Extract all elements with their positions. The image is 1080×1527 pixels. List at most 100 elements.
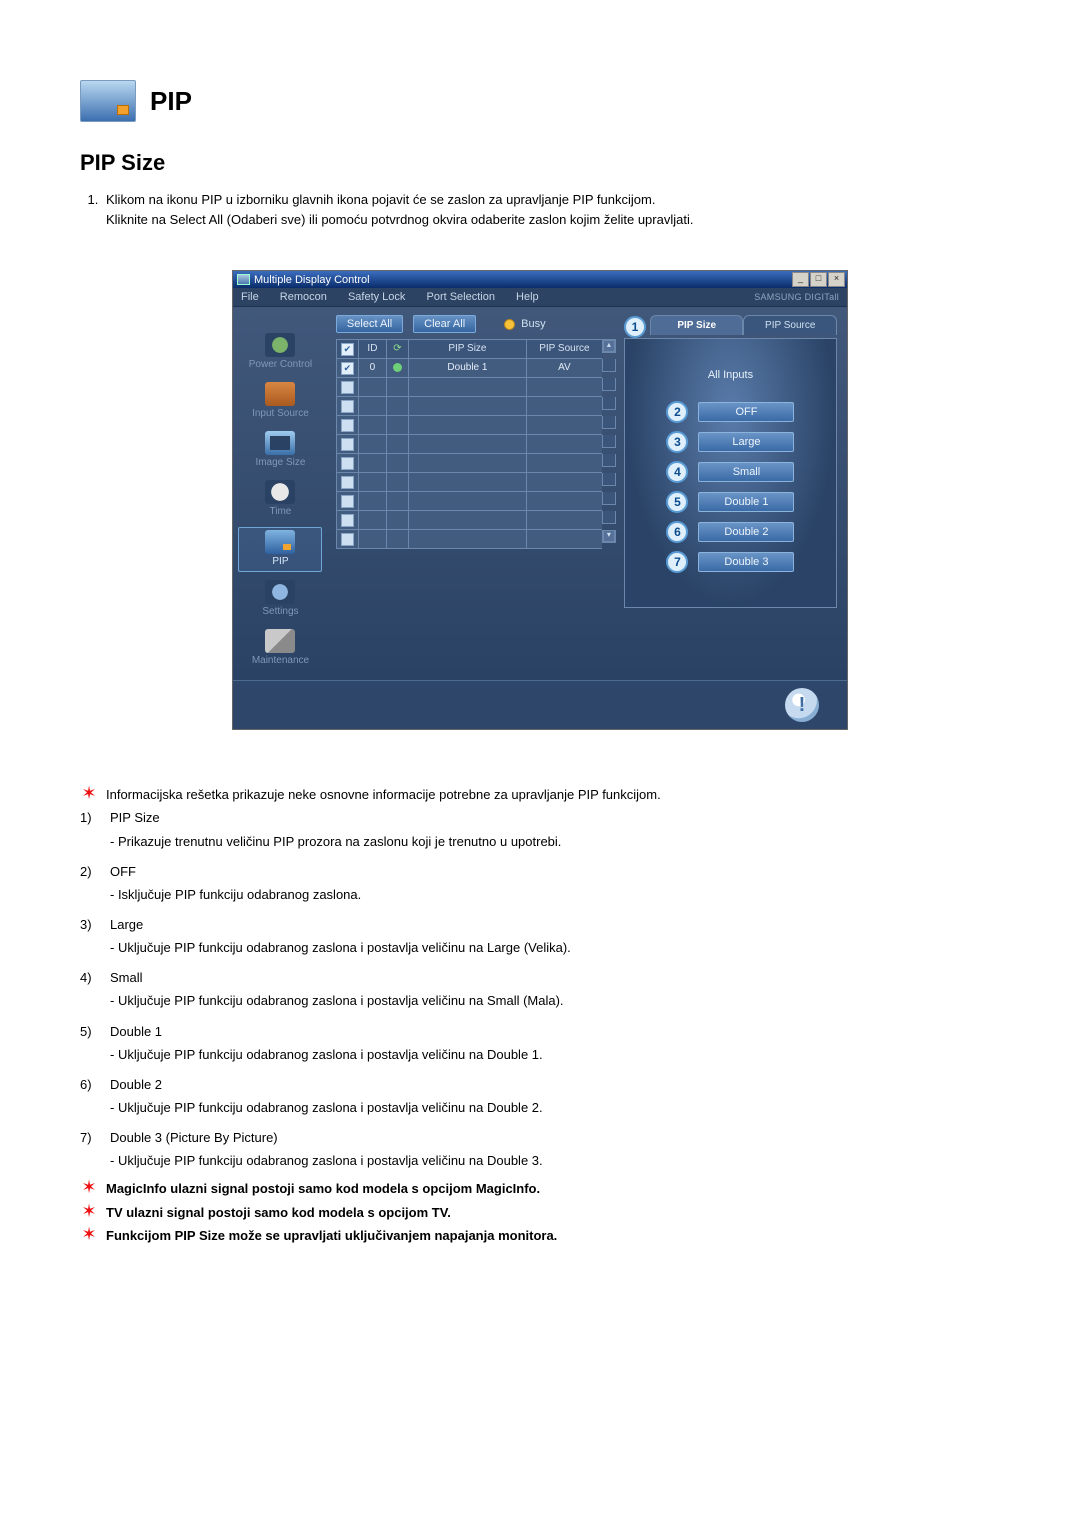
- callout-4: 4: [666, 461, 688, 483]
- menu-remocon[interactable]: Remocon: [280, 291, 327, 303]
- note-bold-3: Funkcijom PIP Size može se upravljati uk…: [106, 1226, 557, 1246]
- note-num: 4): [80, 968, 102, 988]
- empty-row-checkbox[interactable]: [336, 454, 358, 473]
- option-large-button[interactable]: Large: [698, 432, 794, 452]
- menubar: File Remocon Safety Lock Port Selection …: [241, 291, 557, 303]
- image-size-icon: [265, 431, 295, 455]
- empty-row-checkbox[interactable]: [336, 492, 358, 511]
- empty-row-checkbox[interactable]: [336, 397, 358, 416]
- star-icon: ✶: [80, 1178, 98, 1196]
- empty-row-checkbox[interactable]: [336, 530, 358, 549]
- empty-row-checkbox[interactable]: [336, 511, 358, 530]
- col-checkbox-header[interactable]: [336, 339, 358, 359]
- callout-5: 5: [666, 491, 688, 513]
- menu-file[interactable]: File: [241, 291, 259, 303]
- callout-1: 1: [624, 316, 646, 338]
- table-row-id: 0: [358, 359, 386, 378]
- grid-scrollbar-track[interactable]: [602, 359, 616, 372]
- app-window: Multiple Display Control _ □ × File Remo…: [232, 270, 848, 730]
- busy-indicator: Busy: [504, 318, 545, 330]
- select-all-button[interactable]: Select All: [336, 315, 403, 333]
- sidebar: Power Control Input Source Image Size Ti…: [233, 307, 328, 680]
- sidebar-item-time[interactable]: Time: [239, 478, 321, 521]
- window-minimize-button[interactable]: _: [792, 272, 809, 287]
- option-double2-button[interactable]: Double 2: [698, 522, 794, 542]
- sidebar-item-pip[interactable]: PIP: [238, 527, 322, 572]
- callout-7: 7: [666, 551, 688, 573]
- option-double3-button[interactable]: Double 3: [698, 552, 794, 572]
- menu-port-selection[interactable]: Port Selection: [426, 291, 494, 303]
- note-4-title: Small: [110, 968, 143, 988]
- brand-label: SAMSUNG DIGITall: [754, 292, 839, 302]
- all-inputs-label: All Inputs: [645, 369, 816, 381]
- section-title: PIP Size: [80, 150, 1000, 176]
- clock-icon: [265, 480, 295, 504]
- sidebar-item-image[interactable]: Image Size: [239, 429, 321, 472]
- callout-6: 6: [666, 521, 688, 543]
- option-double1-button[interactable]: Double 1: [698, 492, 794, 512]
- table-row-pip-source: AV: [526, 359, 602, 378]
- sidebar-item-label: Power Control: [249, 359, 312, 370]
- note-num: 7): [80, 1128, 102, 1148]
- tab-pip-source[interactable]: PIP Source: [743, 315, 837, 335]
- option-off-button[interactable]: OFF: [698, 402, 794, 422]
- menu-help[interactable]: Help: [516, 291, 539, 303]
- menu-safety-lock[interactable]: Safety Lock: [348, 291, 405, 303]
- window-close-button[interactable]: ×: [828, 272, 845, 287]
- empty-row-checkbox[interactable]: [336, 416, 358, 435]
- empty-row-checkbox[interactable]: [336, 378, 358, 397]
- table-row-pip-size: Double 1: [408, 359, 526, 378]
- grid-scrollbar-bottom[interactable]: ▾: [602, 530, 616, 543]
- sidebar-item-power[interactable]: Power Control: [239, 331, 321, 374]
- status-dot-icon: [393, 363, 402, 372]
- table-row-status: [386, 359, 408, 378]
- gear-icon: [265, 580, 295, 604]
- page-main-title: PIP: [150, 86, 192, 117]
- col-id-header: ID: [358, 339, 386, 359]
- empty-row-checkbox[interactable]: [336, 435, 358, 454]
- star-icon: ✶: [80, 1202, 98, 1220]
- col-pip-source-header: PIP Source: [526, 339, 602, 359]
- busy-label: Busy: [521, 318, 545, 330]
- note-num: 1): [80, 808, 102, 828]
- note-3-title: Large: [110, 915, 143, 935]
- sidebar-item-input[interactable]: Input Source: [239, 380, 321, 423]
- note-num: 6): [80, 1075, 102, 1095]
- star-icon: ✶: [80, 784, 98, 802]
- tab-pip-size[interactable]: PIP Size: [650, 315, 744, 335]
- scroll-up-icon[interactable]: ▴: [603, 340, 615, 352]
- display-grid: ID ⟳ PIP Size PIP Source ▴ 0 Double 1 AV: [336, 339, 616, 549]
- note-1-desc: - Prikazuje trenutnu veličinu PIP prozor…: [80, 832, 1000, 852]
- note-bold-1: MagicInfo ulazni signal postoji samo kod…: [106, 1179, 540, 1199]
- window-maximize-button[interactable]: □: [810, 272, 827, 287]
- info-icon[interactable]: [785, 688, 819, 722]
- sidebar-item-maintenance[interactable]: Maintenance: [239, 627, 321, 670]
- table-row-checkbox[interactable]: [336, 359, 358, 378]
- busy-dot-icon: [504, 319, 515, 330]
- sidebar-item-label: Settings: [262, 606, 298, 617]
- note-4-desc: - Uključuje PIP funkciju odabranog zaslo…: [80, 991, 1000, 1011]
- note-3-desc: - Uključuje PIP funkciju odabranog zaslo…: [80, 938, 1000, 958]
- star-icon: ✶: [80, 1225, 98, 1243]
- sidebar-item-label: Image Size: [255, 457, 305, 468]
- note-num: 2): [80, 862, 102, 882]
- note-2-title: OFF: [110, 862, 136, 882]
- option-small-button[interactable]: Small: [698, 462, 794, 482]
- col-pip-size-header: PIP Size: [408, 339, 526, 359]
- note-info-grid: Informacijska rešetka prikazuje neke osn…: [106, 785, 661, 805]
- window-title: Multiple Display Control: [254, 274, 370, 286]
- clear-all-button[interactable]: Clear All: [413, 315, 476, 333]
- sidebar-item-settings[interactable]: Settings: [239, 578, 321, 621]
- app-footer: [233, 680, 847, 729]
- note-7-title: Double 3 (Picture By Picture): [110, 1128, 278, 1148]
- note-6-desc: - Uključuje PIP funkciju odabranog zaslo…: [80, 1098, 1000, 1118]
- grid-scrollbar[interactable]: ▴: [602, 339, 616, 353]
- callout-3: 3: [666, 431, 688, 453]
- pip-header-icon: [80, 80, 136, 122]
- scroll-down-icon[interactable]: ▾: [603, 530, 615, 542]
- options-panel: All Inputs 2OFF 3Large 4Small 5Double 1 …: [624, 338, 837, 608]
- empty-row-checkbox[interactable]: [336, 473, 358, 492]
- note-num: 3): [80, 915, 102, 935]
- note-bold-2: TV ulazni signal postoji samo kod modela…: [106, 1203, 451, 1223]
- note-6-title: Double 2: [110, 1075, 162, 1095]
